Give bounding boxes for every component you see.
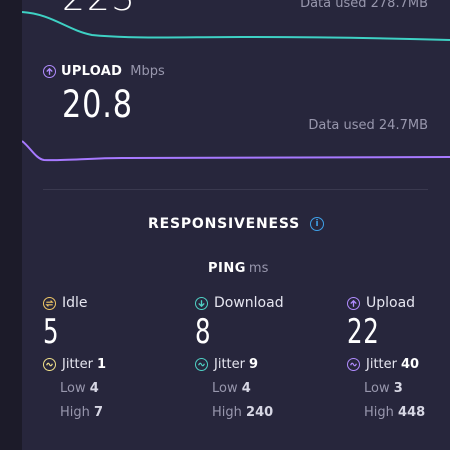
download-speed-graph — [22, 11, 450, 41]
idle-high-value: 7 — [94, 405, 104, 420]
upload-speed-graph — [22, 140, 450, 162]
upload-header: UPLOAD Mbps — [43, 64, 165, 79]
responsiveness-header: RESPONSIVENESS i — [148, 216, 325, 232]
download-label: Download — [214, 295, 284, 311]
upload-ping-value: 22 — [347, 312, 380, 352]
low-label: Low — [364, 381, 390, 396]
upload-data-used: Data used 24.7MB — [308, 118, 428, 133]
upload-speed-line — [22, 140, 450, 162]
jitter-label: Jitter — [366, 357, 397, 372]
low-label: Low — [60, 381, 86, 396]
upload-unit: Mbps — [130, 64, 165, 79]
idle-jitter-value: 1 — [96, 357, 107, 372]
arrow-down-circle-icon — [195, 296, 208, 310]
jitter-icon — [43, 358, 56, 371]
low-label: Low — [212, 381, 238, 396]
arrow-up-circle-icon — [43, 65, 56, 78]
ping-column-idle: Idle 5 Jitter 1 Low 4 High 7 — [43, 295, 153, 420]
idle-ping-value: 5 — [43, 312, 60, 352]
section-divider — [43, 189, 428, 190]
jitter-icon — [195, 358, 208, 371]
high-label: High — [364, 405, 394, 420]
ping-column-upload: Upload 22 Jitter 40 Low 3 High 448 — [347, 295, 450, 420]
jitter-icon — [347, 358, 360, 371]
upload-label: UPLOAD — [61, 64, 123, 79]
high-label: High — [60, 405, 90, 420]
download-low-value: 4 — [241, 381, 251, 396]
jitter-label: Jitter — [62, 357, 93, 372]
idle-low-value: 4 — [89, 381, 99, 396]
upload-column-label: Upload — [366, 295, 416, 311]
ping-label: PING — [208, 261, 246, 276]
high-label: High — [212, 405, 242, 420]
responsiveness-title: RESPONSIVENESS — [148, 216, 301, 232]
ping-unit: ms — [248, 261, 269, 276]
upload-low-value: 3 — [393, 381, 403, 396]
upload-high-value: 448 — [398, 405, 426, 420]
ping-column-download: Download 8 Jitter 9 Low 4 High 240 — [195, 295, 305, 420]
info-icon[interactable]: i — [310, 217, 325, 231]
idle-label: Idle — [62, 295, 88, 311]
download-jitter-value: 9 — [248, 357, 259, 372]
ping-heading: PING ms — [208, 261, 268, 276]
upload-speed-value: 20.8 — [62, 83, 133, 126]
left-strip — [0, 0, 22, 450]
download-speed-line — [22, 11, 450, 41]
download-high-value: 240 — [246, 405, 274, 420]
upload-jitter-value: 40 — [400, 357, 420, 372]
idle-icon — [43, 296, 56, 310]
arrow-up-circle-icon — [347, 296, 360, 310]
jitter-label: Jitter — [214, 357, 245, 372]
download-ping-value: 8 — [195, 312, 212, 352]
